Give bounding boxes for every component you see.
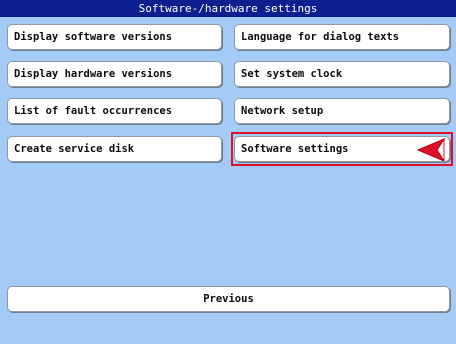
- create-service-disk-button[interactable]: Create service disk: [7, 136, 222, 162]
- software-settings-label: Software settings: [241, 143, 349, 155]
- pointer-arrow-icon: [416, 138, 446, 161]
- set-system-clock-button[interactable]: Set system clock: [234, 61, 450, 87]
- network-setup-button[interactable]: Network setup: [234, 98, 450, 124]
- display-software-versions-button[interactable]: Display software versions: [7, 24, 222, 50]
- display-hardware-versions-button[interactable]: Display hardware versions: [7, 61, 222, 87]
- window-title: Software-/hardware settings: [0, 0, 456, 17]
- previous-button[interactable]: Previous: [7, 286, 450, 312]
- settings-screen: Software-/hardware settings Display soft…: [0, 0, 456, 344]
- language-for-dialog-texts-button[interactable]: Language for dialog texts: [234, 24, 450, 50]
- list-of-fault-occurrences-button[interactable]: List of fault occurrences: [7, 98, 222, 124]
- software-settings-button[interactable]: Software settings: [234, 136, 450, 162]
